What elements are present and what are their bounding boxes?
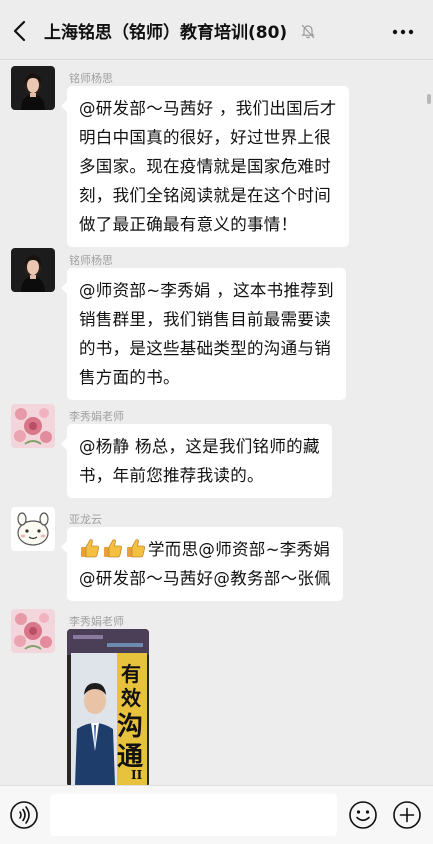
sender-name: 铭师杨思 xyxy=(69,72,113,85)
emoji-icon[interactable] xyxy=(348,800,378,830)
avatar-woman-image xyxy=(11,248,55,292)
thumbs-up-icon xyxy=(104,539,122,558)
avatar-woman-image xyxy=(11,66,55,110)
message-text-line: 刻，我们全铭阅读就是在这个时间 xyxy=(79,186,331,205)
avatar[interactable] xyxy=(11,507,55,551)
message-text-line: 售方面的书。 xyxy=(79,368,180,387)
message-text-line: @师资部~李秀娟 ，这本书推荐到 xyxy=(79,281,334,300)
voice-icon[interactable] xyxy=(9,800,39,830)
message-text-line: 的书，是这些基础类型的沟通与销 xyxy=(79,339,331,358)
avatar[interactable] xyxy=(11,609,55,653)
avatar[interactable] xyxy=(11,404,55,448)
message-text-line: 做了最正确最有意义的事情！ xyxy=(79,215,298,234)
avatar[interactable] xyxy=(11,248,55,292)
message-text-line: @研发部～马茜好@教务部～张佩 xyxy=(79,569,331,588)
message-text-line: @杨静 杨总，这是我们铭师的藏 xyxy=(79,437,320,456)
message-bubble[interactable]: @杨静 杨总，这是我们铭师的藏 书，年前您推荐我读的。 xyxy=(61,424,332,498)
sender-name: 铭师杨思 xyxy=(69,254,113,267)
plus-icon[interactable] xyxy=(392,800,422,830)
book-title-char: 沟 xyxy=(117,712,143,742)
message-text-line: 书，年前您推荐我读的。 xyxy=(79,466,264,485)
more-options-icon[interactable] xyxy=(391,22,415,42)
book-title-char: 有 xyxy=(121,662,141,686)
book-volume-label: II xyxy=(131,768,143,782)
avatar-flowers-image xyxy=(11,404,55,448)
message-bubble[interactable]: @研发部～马茜好 ，我们出国后才 明白中国真的很好，好过世界上很 多国家。现在疫… xyxy=(61,86,349,247)
message-text-line: @研发部～马茜好 ，我们出国后才 xyxy=(79,99,337,118)
avatar[interactable] xyxy=(11,66,55,110)
message-text-line: 销售群里，我们销售目前最需要读 xyxy=(79,310,331,329)
message-text-line: 多国家。现在疫情就是国家危难时 xyxy=(79,157,331,176)
message-bubble[interactable]: 学而思@师资部~李秀娟 @研发部～马茜好@教务部～张佩 xyxy=(61,527,343,601)
back-arrow-icon[interactable] xyxy=(10,18,32,44)
book-cover-image: 有 效 沟 通 II xyxy=(67,629,149,787)
input-bar xyxy=(0,785,433,844)
thumbs-up-icon xyxy=(127,539,145,558)
sender-name: 李秀娟老师 xyxy=(69,410,124,423)
chat-title: 上海铭思（铭师）教育培训(80) xyxy=(44,23,288,43)
message-text-line: 学而思@师资部~李秀娟 xyxy=(79,535,331,564)
message-bubble[interactable]: @师资部~李秀娟 ，这本书推荐到 销售群里，我们销售目前最需要读 的书，是这些基… xyxy=(61,268,346,400)
message-input[interactable] xyxy=(50,794,337,836)
message-text: 学而思@师资部~李秀娟 xyxy=(148,540,331,559)
mute-bell-icon xyxy=(301,24,315,39)
message-text-line: 明白中国真的很好，好过世界上很 xyxy=(79,128,331,147)
avatar-flowers-image xyxy=(11,609,55,653)
book-title-char: 效 xyxy=(121,686,141,710)
book-photo[interactable]: 有 效 沟 通 II xyxy=(67,629,149,787)
sender-name: 李秀娟老师 xyxy=(69,615,124,628)
thumbs-up-icon xyxy=(81,539,99,558)
scroll-indicator[interactable] xyxy=(427,94,431,104)
chat-header: 上海铭思（铭师）教育培训(80) xyxy=(0,0,433,60)
sender-name: 亚龙云 xyxy=(69,513,102,526)
avatar-cartoon-image xyxy=(11,507,55,551)
